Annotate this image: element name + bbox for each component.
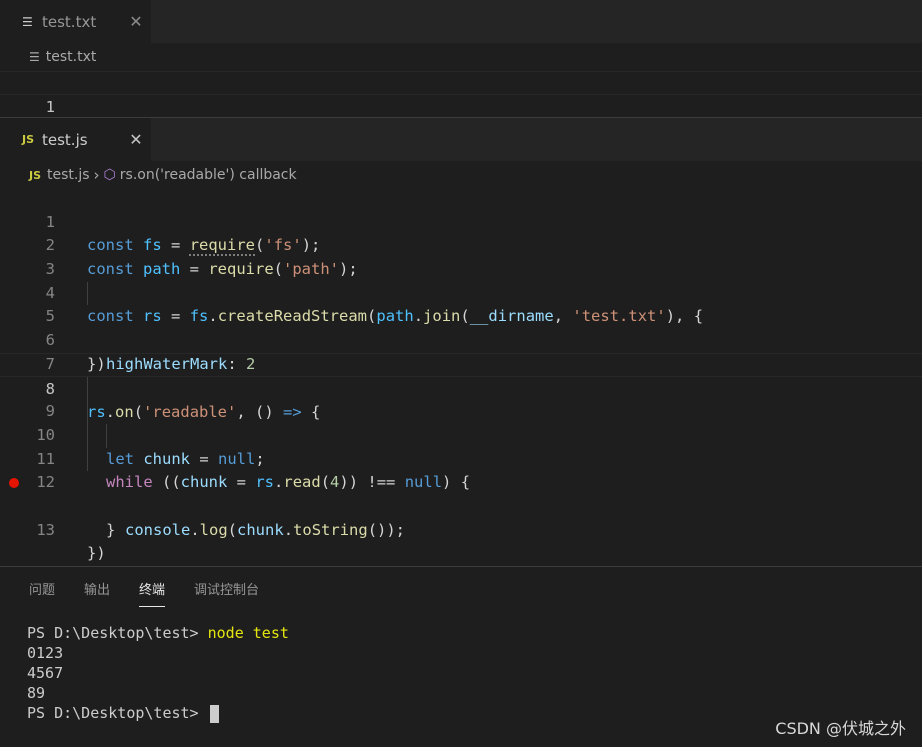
terminal-prompt: PS D:\Desktop\test> (27, 624, 208, 642)
indent-guide (106, 423, 107, 448)
line-number: 13 (36, 520, 55, 539)
tab-output[interactable]: 输出 (84, 579, 110, 607)
editor1-code[interactable]: 1 0123456789 (0, 71, 922, 139)
editor2-tabbar: JS test.js ✕ (0, 118, 922, 161)
indent-guide (87, 400, 88, 424)
javascript-file-icon: JS (22, 133, 35, 146)
tab-test-js[interactable]: JS test.js ✕ (0, 118, 151, 161)
javascript-file-icon: JS (29, 168, 42, 182)
text-file-icon: ☰ (22, 14, 33, 29)
code-line: 7 (0, 329, 922, 373)
terminal-output: 89 (27, 684, 46, 702)
code-line: 9 let chunk = null; (0, 376, 922, 468)
breadcrumb-symbol[interactable]: rs.on('readable') callback (120, 167, 297, 183)
code-line: 12 } (0, 447, 922, 539)
indent-guide (87, 281, 88, 306)
code-line-current: 8 rs.on('readable', () => { (0, 352, 922, 421)
code-line: 6 }) (0, 305, 922, 373)
tab-problems[interactable]: 问题 (29, 579, 55, 607)
bottom-panel: 问题 输出 终端 调试控制台 PS D:\Desktop\test> node … (0, 566, 922, 747)
code-line: 3 (0, 234, 922, 278)
breadcrumb: ☰ test.txt (0, 44, 922, 70)
indent-guide (87, 447, 88, 472)
watermark: CSDN @伏城之外 (775, 719, 906, 738)
editor2-code[interactable]: 1 const fs = require('fs'); 2 const path… (0, 187, 922, 562)
terminal-output: 0123 (27, 644, 64, 662)
panel-tabs: 问题 输出 终端 调试控制台 (29, 579, 288, 607)
tab-debug-console[interactable]: 调试控制台 (194, 579, 259, 607)
line-number: 1 (45, 97, 55, 116)
code-line: 13 }) (0, 471, 922, 562)
code-line: 1 0123456789 (0, 71, 922, 139)
code-line: 4 const rs = fs.createReadStream(path.jo… (0, 258, 922, 326)
code-line: 5 highWaterMark: 2 (0, 281, 922, 373)
editor1-tabbar: ☰ test.txt ✕ (0, 0, 922, 43)
breakpoint-icon[interactable] (9, 478, 19, 489)
tab-label: test.js (42, 130, 88, 149)
close-icon[interactable]: ✕ (121, 12, 151, 31)
code-line: 2 const path = require('path'); (0, 211, 922, 278)
terminal-cursor (209, 704, 219, 723)
indent-guide (87, 376, 88, 401)
close-icon[interactable]: ✕ (121, 130, 151, 149)
code-line: 1 const fs = require('fs'); (0, 187, 922, 255)
line-text: }) (87, 544, 106, 563)
terminal-command: node test (207, 624, 289, 642)
code-line: 11 console.log(chunk.toString()); (0, 423, 922, 539)
tab-test-txt[interactable]: ☰ test.txt ✕ (0, 0, 151, 43)
terminal-output: 4567 (27, 664, 64, 682)
terminal[interactable]: PS D:\Desktop\test> node test 0123 4567 … (27, 623, 289, 723)
terminal-line: PS D:\Desktop\test> node test (27, 623, 289, 643)
breadcrumb: JS test.js › ⬡ rs.on('readable') callbac… (0, 162, 922, 188)
tab-label: test.txt (42, 12, 97, 31)
terminal-line: PS D:\Desktop\test> (27, 703, 289, 723)
terminal-prompt: PS D:\Desktop\test> (27, 704, 208, 722)
chevron-right-icon: › (93, 166, 100, 184)
indent-guide (87, 423, 88, 448)
breadcrumb-file[interactable]: test.txt (46, 49, 97, 65)
line-text: console.log(chunk.toString()); (125, 520, 406, 539)
tab-terminal[interactable]: 终端 (139, 579, 166, 607)
cube-icon: ⬡ (103, 167, 116, 183)
line-text: } (106, 520, 116, 539)
breadcrumb-file[interactable]: test.js (47, 167, 90, 183)
code-line: 10 while ((chunk = rs.read(4)) !== null)… (0, 400, 922, 491)
text-file-icon: ☰ (29, 50, 40, 64)
